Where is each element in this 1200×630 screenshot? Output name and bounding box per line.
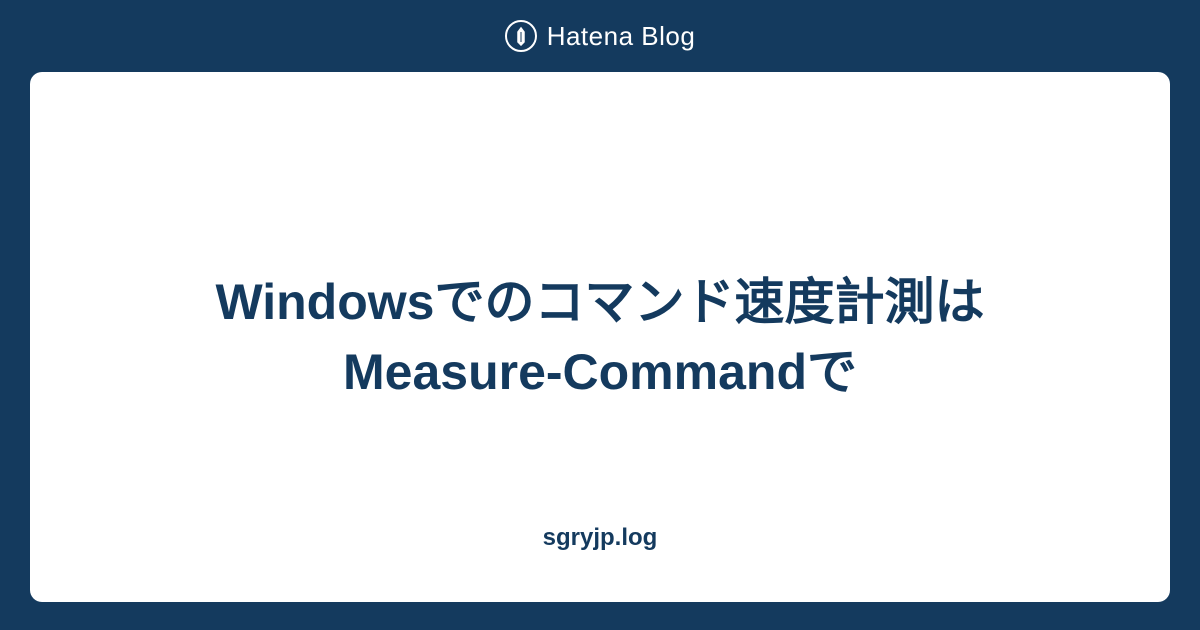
blog-name: sgryjp.log	[543, 524, 658, 552]
pen-icon	[505, 20, 537, 52]
article-card: Windowsでのコマンド速度計測はMeasure-Commandで sgryj…	[30, 72, 1170, 602]
header: Hatena Blog	[505, 0, 696, 72]
article-title: Windowsでのコマンド速度計測はMeasure-Commandで	[150, 267, 1050, 407]
brand-text: Hatena Blog	[547, 21, 696, 52]
